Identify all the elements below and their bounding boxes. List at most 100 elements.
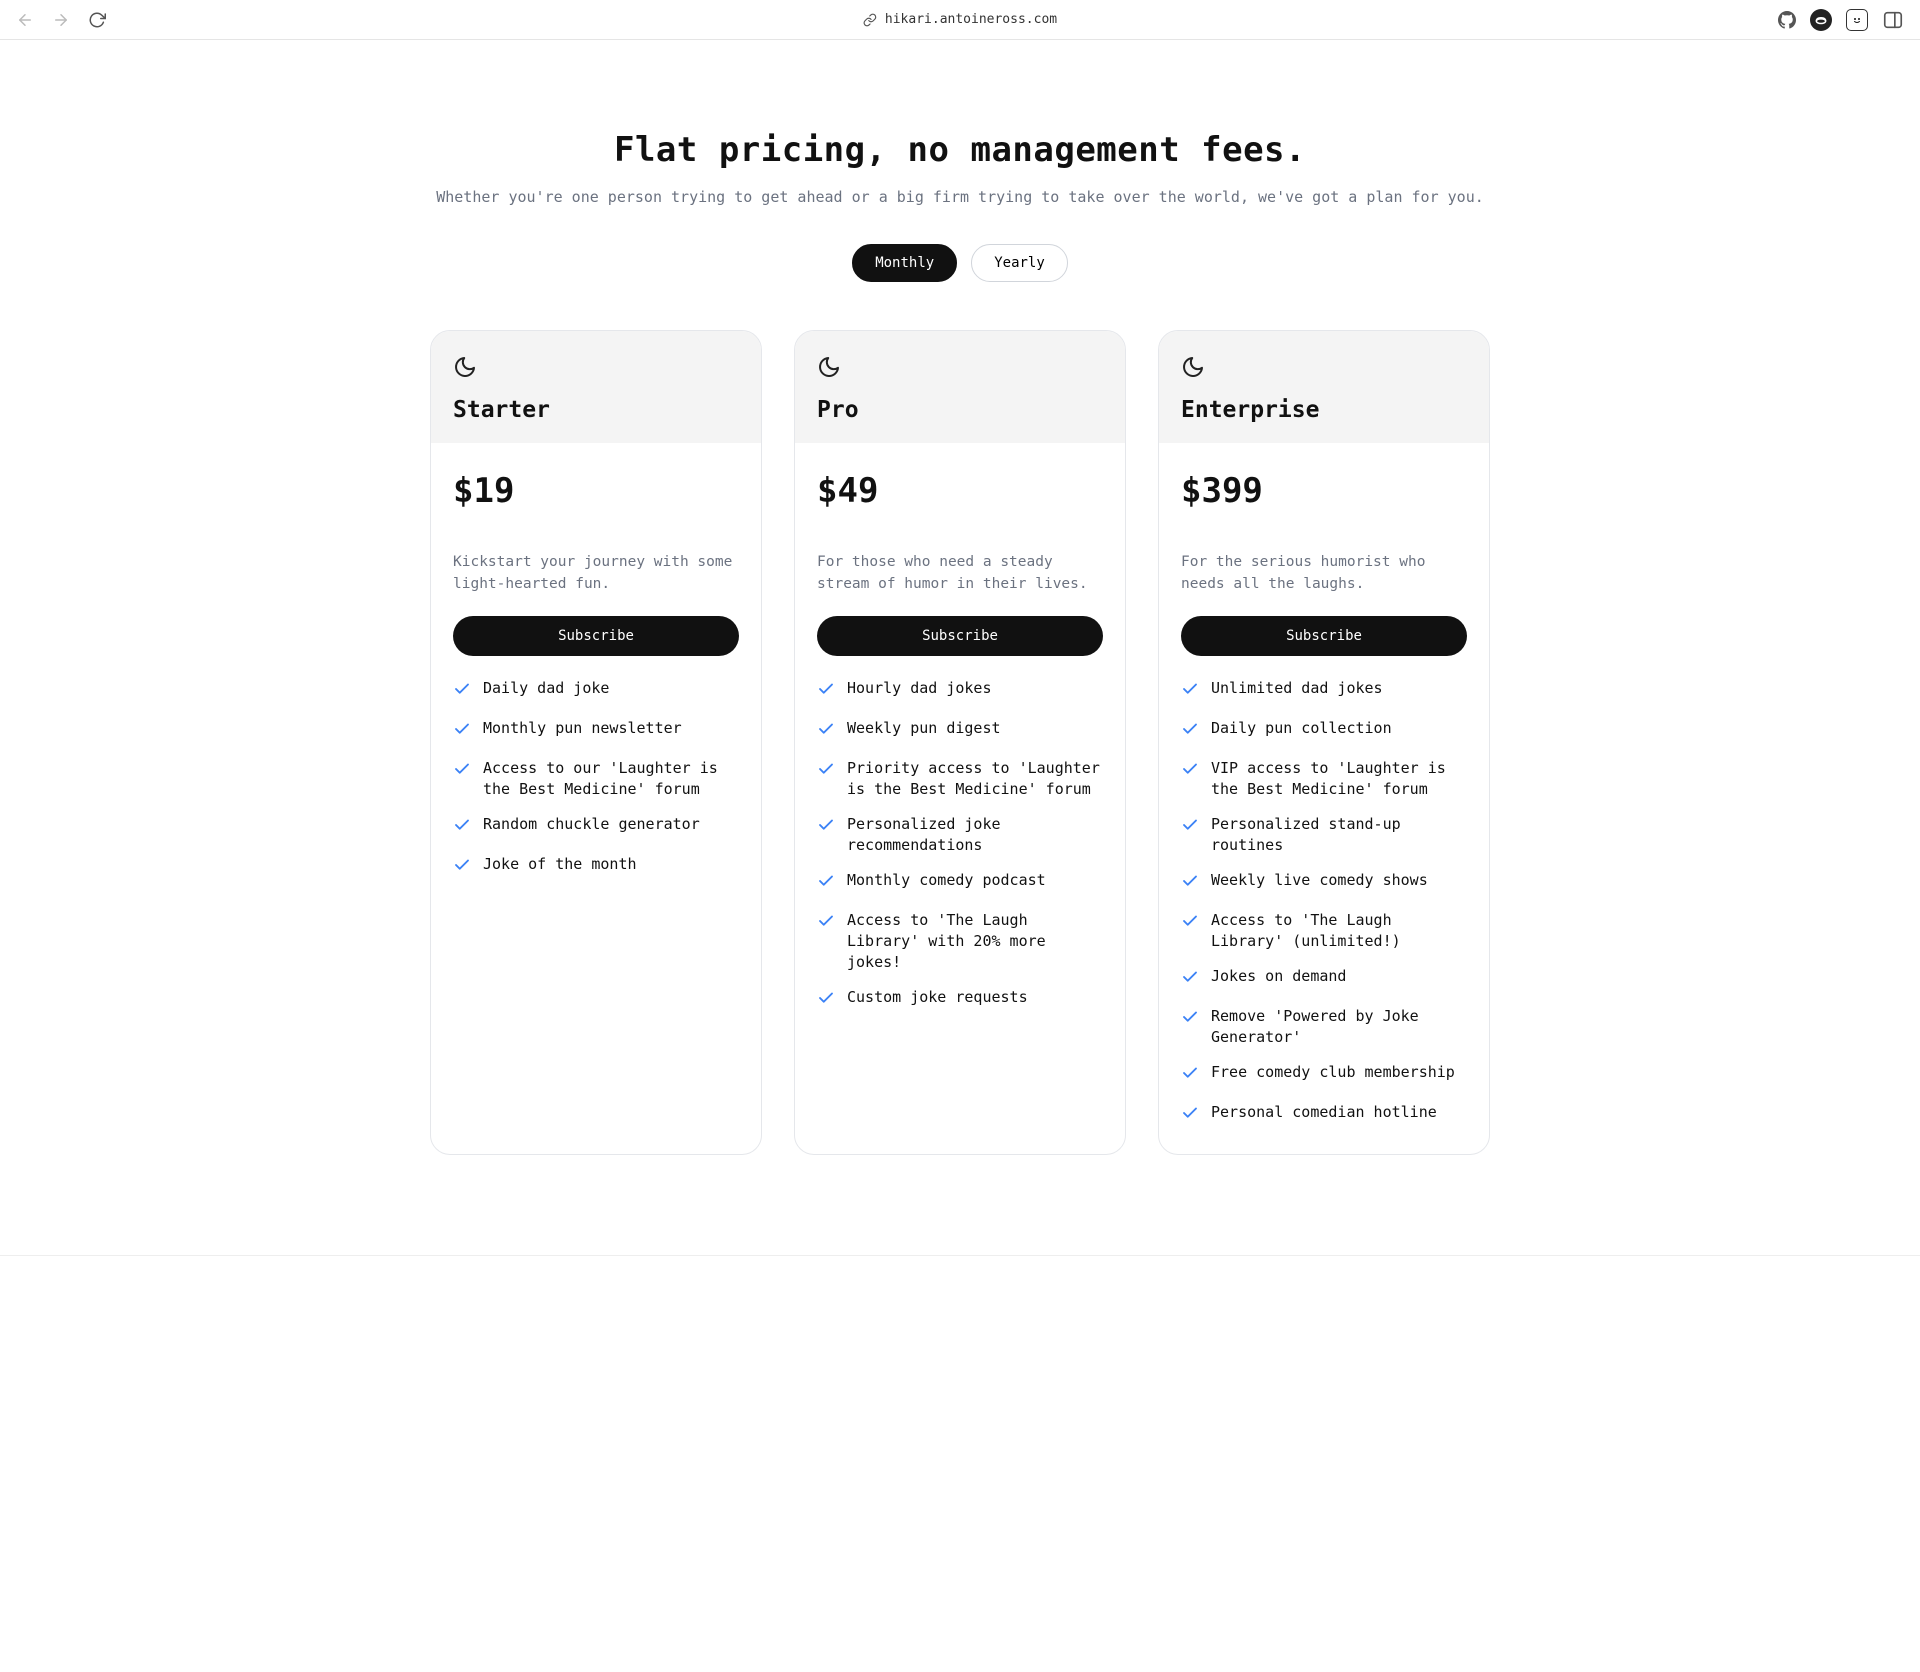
feature-item: Priority access to 'Laughter is the Best… [817,758,1103,800]
feature-item: Weekly live comedy shows [1181,870,1467,896]
feature-text: Personalized joke recommendations [847,814,1103,856]
feature-item: Daily pun collection [1181,718,1467,744]
check-icon [453,760,471,784]
check-icon [817,816,835,840]
feature-text: Weekly pun digest [847,718,1001,739]
plan-description: Kickstart your journey with some light-h… [453,551,739,596]
feature-item: Hourly dad jokes [817,678,1103,704]
plan-name: Starter [453,397,739,423]
moon-icon [453,355,739,383]
feature-text: Monthly comedy podcast [847,870,1046,891]
feature-text: Joke of the month [483,854,637,875]
check-icon [1181,968,1199,992]
check-icon [1181,816,1199,840]
check-icon [817,720,835,744]
feature-item: Access to 'The Laugh Library' with 20% m… [817,910,1103,973]
feature-item: Remove 'Powered by Joke Generator' [1181,1006,1467,1048]
address-bar[interactable]: hikari.antoineross.com [863,12,1057,27]
plan-description: For the serious humorist who needs all t… [1181,551,1467,596]
plan-price: $19 [453,471,739,511]
github-icon[interactable] [1778,11,1796,29]
plan-header: Pro [795,331,1125,443]
feature-item: Personalized stand-up routines [1181,814,1467,856]
check-icon [1181,760,1199,784]
feature-item: Joke of the month [453,854,739,880]
back-icon[interactable] [16,11,34,29]
plan-price: $399 [1181,471,1467,511]
page-title: Flat pricing, no management fees. [430,130,1490,170]
subscribe-button-starter[interactable]: Subscribe [453,616,739,656]
feature-text: Personalized stand-up routines [1211,814,1467,856]
extension-icon-2[interactable] [1846,9,1868,31]
moon-icon [817,355,1103,383]
plans-grid: Starter $19 Kickstart your journey with … [430,330,1490,1155]
plan-price: $49 [817,471,1103,511]
browser-toolbar: hikari.antoineross.com [0,0,1920,40]
check-icon [1181,720,1199,744]
feature-text: Personal comedian hotline [1211,1102,1437,1123]
check-icon [1181,680,1199,704]
reload-icon[interactable] [88,11,106,29]
toggle-yearly[interactable]: Yearly [971,244,1068,282]
extension-icon-1[interactable] [1810,9,1832,31]
plan-body: $399 For the serious humorist who needs … [1159,443,1489,1154]
feature-item: Jokes on demand [1181,966,1467,992]
plan-description: For those who need a steady stream of hu… [817,551,1103,596]
feature-text: Custom joke requests [847,987,1028,1008]
feature-text: VIP access to 'Laughter is the Best Medi… [1211,758,1467,800]
check-icon [453,856,471,880]
feature-text: Weekly live comedy shows [1211,870,1428,891]
feature-item: Free comedy club membership [1181,1062,1467,1088]
feature-item: Weekly pun digest [817,718,1103,744]
feature-text: Jokes on demand [1211,966,1346,987]
plan-body: $19 Kickstart your journey with some lig… [431,443,761,906]
feature-item: Custom joke requests [817,987,1103,1013]
bottom-bar [0,1255,1920,1283]
plan-card-enterprise: Enterprise $399 For the serious humorist… [1158,330,1490,1155]
check-icon [817,912,835,936]
check-icon [817,989,835,1013]
feature-list: Hourly dad jokes Weekly pun digest Prior… [817,678,1103,1013]
feature-item: Monthly pun newsletter [453,718,739,744]
check-icon [817,760,835,784]
toolbar-left [16,11,106,29]
check-icon [1181,1008,1199,1032]
feature-text: Access to our 'Laughter is the Best Medi… [483,758,739,800]
plan-name: Pro [817,397,1103,423]
subscribe-button-enterprise[interactable]: Subscribe [1181,616,1467,656]
plan-body: $49 For those who need a steady stream o… [795,443,1125,1039]
feature-item: Unlimited dad jokes [1181,678,1467,704]
plan-card-pro: Pro $49 For those who need a steady stre… [794,330,1126,1155]
toggle-monthly[interactable]: Monthly [852,244,957,282]
link-icon [863,13,877,27]
check-icon [817,680,835,704]
feature-list: Unlimited dad jokes Daily pun collection… [1181,678,1467,1128]
billing-toggle: Monthly Yearly [430,244,1490,282]
feature-text: Monthly pun newsletter [483,718,682,739]
sidebar-toggle-icon[interactable] [1882,9,1904,31]
check-icon [1181,1064,1199,1088]
feature-item: Personalized joke recommendations [817,814,1103,856]
url-text: hikari.antoineross.com [885,12,1057,27]
forward-icon[interactable] [52,11,70,29]
plan-name: Enterprise [1181,397,1467,423]
feature-text: Hourly dad jokes [847,678,992,699]
feature-item: Daily dad joke [453,678,739,704]
subscribe-button-pro[interactable]: Subscribe [817,616,1103,656]
feature-text: Priority access to 'Laughter is the Best… [847,758,1103,800]
check-icon [453,680,471,704]
feature-text: Daily pun collection [1211,718,1392,739]
feature-item: Personal comedian hotline [1181,1102,1467,1128]
feature-item: VIP access to 'Laughter is the Best Medi… [1181,758,1467,800]
page-subtitle: Whether you're one person trying to get … [430,188,1490,206]
check-icon [1181,912,1199,936]
feature-item: Random chuckle generator [453,814,739,840]
check-icon [817,872,835,896]
moon-icon [1181,355,1467,383]
feature-list: Daily dad joke Monthly pun newsletter Ac… [453,678,739,880]
check-icon [1181,1104,1199,1128]
feature-text: Unlimited dad jokes [1211,678,1383,699]
check-icon [1181,872,1199,896]
plan-header: Enterprise [1159,331,1489,443]
feature-text: Daily dad joke [483,678,609,699]
